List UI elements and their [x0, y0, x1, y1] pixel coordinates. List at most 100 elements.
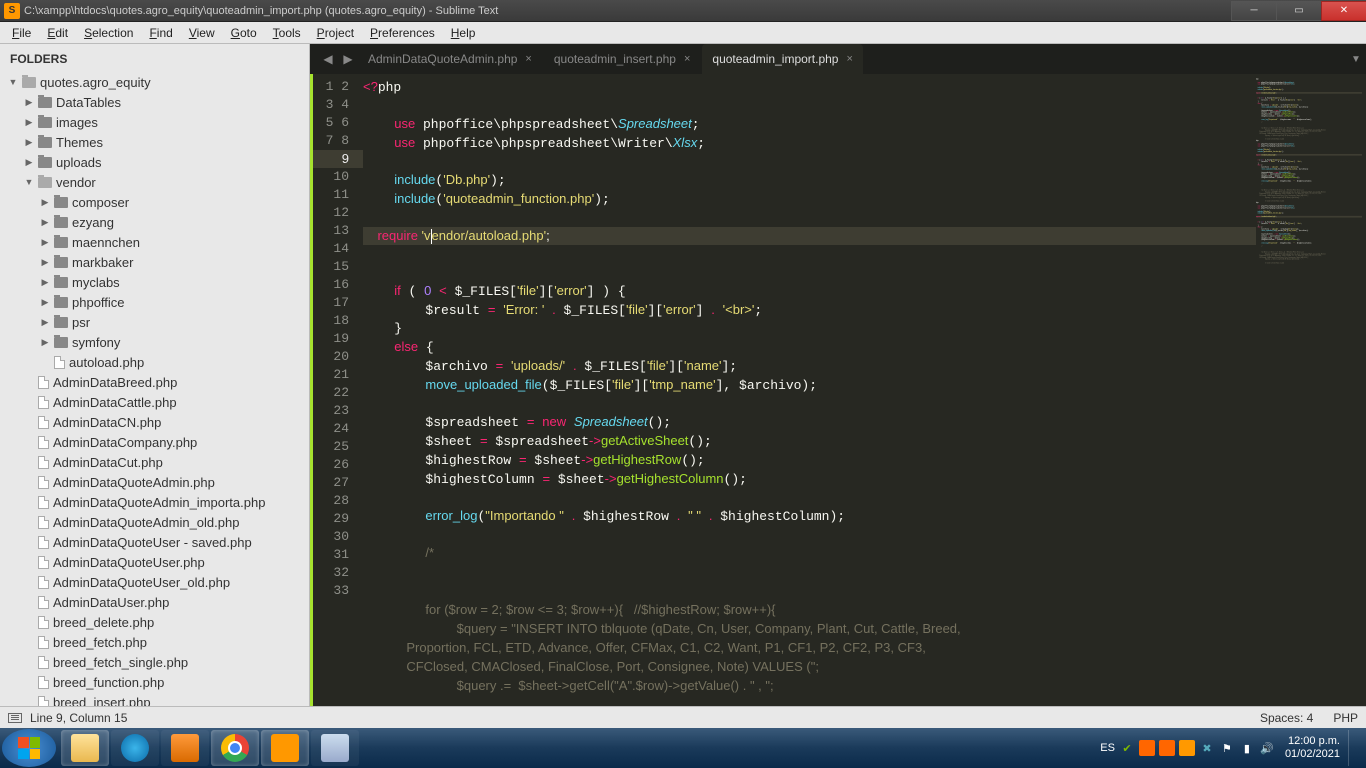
tray-flag-icon[interactable]: ⚑: [1219, 740, 1235, 756]
code-editor[interactable]: <?php use phpoffice\phpspreadsheet\Sprea…: [363, 74, 1256, 706]
file-item[interactable]: AdminDataQuoteAdmin_old.php: [0, 512, 309, 532]
taskbar-notepad[interactable]: [311, 730, 359, 766]
file-item[interactable]: AdminDataQuoteAdmin.php: [0, 472, 309, 492]
menu-file[interactable]: File: [4, 24, 39, 42]
tray-app2-icon[interactable]: [1159, 740, 1175, 756]
folder-item[interactable]: ▶symfony: [0, 332, 309, 352]
folder-item[interactable]: ▶myclabs: [0, 272, 309, 292]
system-tray[interactable]: ES ✔ ✖ ⚑ ▮ 🔊 12:00 p.m. 01/02/2021: [1100, 730, 1364, 766]
file-icon: [38, 536, 49, 549]
taskbar-chrome[interactable]: [211, 730, 259, 766]
tray-x-icon[interactable]: ✖: [1199, 740, 1215, 756]
minimap[interactable]: <?php use phpoffice\phpspreadsheet\Sprea…: [1256, 74, 1366, 706]
window-close-button[interactable]: ✕: [1321, 1, 1366, 21]
menu-selection[interactable]: Selection: [76, 24, 141, 42]
menu-goto[interactable]: Goto: [223, 24, 265, 42]
disclosure-icon[interactable]: ▶: [24, 97, 34, 108]
disclosure-icon[interactable]: ▶: [40, 197, 50, 208]
file-item[interactable]: AdminDataCN.php: [0, 412, 309, 432]
folder-tree[interactable]: ▼quotes.agro_equity▶DataTables▶images▶Th…: [0, 70, 309, 706]
folder-item[interactable]: ▼vendor: [0, 172, 309, 192]
disclosure-icon[interactable]: ▶: [40, 337, 50, 348]
disclosure-icon[interactable]: ▶: [40, 297, 50, 308]
tab-close-icon[interactable]: ×: [525, 53, 531, 65]
tray-app-icon[interactable]: [1139, 740, 1155, 756]
folder-item[interactable]: ▶uploads: [0, 152, 309, 172]
start-button[interactable]: [2, 729, 56, 767]
folder-item[interactable]: ▶DataTables: [0, 92, 309, 112]
file-item[interactable]: breed_fetch_single.php: [0, 652, 309, 672]
taskbar-media[interactable]: [161, 730, 209, 766]
status-indent[interactable]: Spaces: 4: [1260, 711, 1313, 725]
file-item[interactable]: AdminDataCut.php: [0, 452, 309, 472]
file-item[interactable]: AdminDataQuoteUser - saved.php: [0, 532, 309, 552]
menu-project[interactable]: Project: [309, 24, 362, 42]
taskbar-explorer[interactable]: [61, 730, 109, 766]
tab[interactable]: quoteadmin_insert.php×: [544, 44, 701, 74]
disclosure-icon[interactable]: ▶: [40, 277, 50, 288]
menu-view[interactable]: View: [181, 24, 223, 42]
file-icon: [38, 556, 49, 569]
tray-network-icon[interactable]: ▮: [1239, 740, 1255, 756]
tray-input-language[interactable]: ES: [1100, 742, 1115, 754]
tray-shield-icon[interactable]: ✔: [1119, 740, 1135, 756]
status-cursor-position[interactable]: Line 9, Column 15: [30, 711, 127, 725]
file-item[interactable]: AdminDataCompany.php: [0, 432, 309, 452]
tree-label: breed_function.php: [53, 675, 164, 690]
taskbar-sublime[interactable]: [261, 730, 309, 766]
disclosure-icon[interactable]: ▶: [40, 237, 50, 248]
folder-item[interactable]: ▶markbaker: [0, 252, 309, 272]
file-item[interactable]: breed_function.php: [0, 672, 309, 692]
folder-item[interactable]: ▶composer: [0, 192, 309, 212]
status-language[interactable]: PHP: [1333, 711, 1358, 725]
menu-help[interactable]: Help: [443, 24, 484, 42]
tab[interactable]: AdminDataQuoteAdmin.php×: [358, 44, 542, 74]
tree-label: breed_insert.php: [53, 695, 151, 707]
tab-overflow-button[interactable]: ▼: [1346, 44, 1366, 74]
folder-item[interactable]: ▼quotes.agro_equity: [0, 72, 309, 92]
folder-item[interactable]: ▶maennchen: [0, 232, 309, 252]
line-gutter[interactable]: 1 2 3 4 5 6 7 8 9 10 11 12 13 14 15 16 1…: [313, 74, 363, 706]
menu-tools[interactable]: Tools: [265, 24, 309, 42]
window-maximize-button[interactable]: ▭: [1276, 1, 1322, 21]
file-item[interactable]: autoload.php: [0, 352, 309, 372]
tab-nav-back[interactable]: ◀: [318, 44, 338, 74]
disclosure-icon[interactable]: ▶: [40, 217, 50, 228]
disclosure-icon[interactable]: ▶: [24, 117, 34, 128]
tray-app3-icon[interactable]: [1179, 740, 1195, 756]
window-minimize-button[interactable]: ─: [1231, 1, 1277, 21]
folder-item[interactable]: ▶Themes: [0, 132, 309, 152]
menu-edit[interactable]: Edit: [39, 24, 76, 42]
disclosure-icon[interactable]: ▶: [40, 257, 50, 268]
file-item[interactable]: breed_fetch.php: [0, 632, 309, 652]
tab-nav-forward[interactable]: ▶: [338, 44, 358, 74]
disclosure-icon[interactable]: ▼: [24, 177, 34, 187]
file-item[interactable]: breed_insert.php: [0, 692, 309, 706]
panel-toggle-icon[interactable]: [8, 713, 22, 723]
file-item[interactable]: AdminDataBreed.php: [0, 372, 309, 392]
tab-close-icon[interactable]: ×: [846, 53, 852, 65]
file-item[interactable]: AdminDataQuoteAdmin_importa.php: [0, 492, 309, 512]
show-desktop-button[interactable]: [1348, 730, 1360, 766]
tray-volume-icon[interactable]: 🔊: [1259, 740, 1275, 756]
tab[interactable]: quoteadmin_import.php×: [702, 44, 863, 74]
file-item[interactable]: AdminDataQuoteUser.php: [0, 552, 309, 572]
disclosure-icon[interactable]: ▼: [8, 77, 18, 87]
folder-item[interactable]: ▶psr: [0, 312, 309, 332]
disclosure-icon[interactable]: ▶: [40, 317, 50, 328]
file-item[interactable]: AdminDataQuoteUser_old.php: [0, 572, 309, 592]
file-item[interactable]: breed_delete.php: [0, 612, 309, 632]
tray-clock[interactable]: 12:00 p.m. 01/02/2021: [1285, 735, 1340, 761]
folder-item[interactable]: ▶phpoffice: [0, 292, 309, 312]
menu-preferences[interactable]: Preferences: [362, 24, 443, 42]
tab-close-icon[interactable]: ×: [684, 53, 690, 65]
taskbar-ie[interactable]: [111, 730, 159, 766]
file-item[interactable]: AdminDataUser.php: [0, 592, 309, 612]
folder-item[interactable]: ▶images: [0, 112, 309, 132]
folder-item[interactable]: ▶ezyang: [0, 212, 309, 232]
disclosure-icon[interactable]: ▶: [24, 157, 34, 168]
menu-find[interactable]: Find: [141, 24, 180, 42]
file-icon: [38, 376, 49, 389]
disclosure-icon[interactable]: ▶: [24, 137, 34, 148]
file-item[interactable]: AdminDataCattle.php: [0, 392, 309, 412]
